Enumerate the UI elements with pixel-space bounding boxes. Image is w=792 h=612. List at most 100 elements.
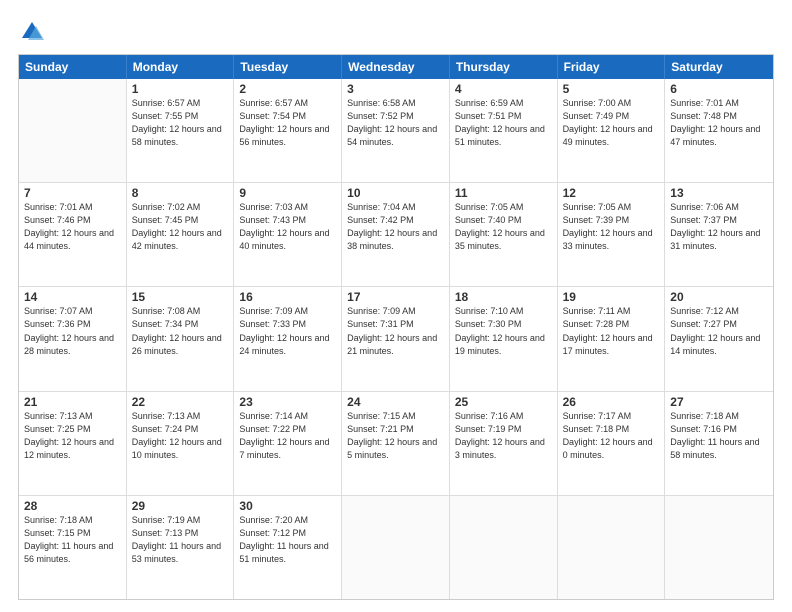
cell-info: Sunrise: 7:13 AMSunset: 7:24 PMDaylight:… (132, 410, 229, 462)
header (18, 18, 774, 46)
day-number: 30 (239, 499, 336, 513)
calendar-body: 1Sunrise: 6:57 AMSunset: 7:55 PMDaylight… (19, 79, 773, 599)
day-number: 24 (347, 395, 444, 409)
day-number: 18 (455, 290, 552, 304)
calendar-cell: 5Sunrise: 7:00 AMSunset: 7:49 PMDaylight… (558, 79, 666, 182)
calendar-cell: 21Sunrise: 7:13 AMSunset: 7:25 PMDayligh… (19, 392, 127, 495)
day-number: 5 (563, 82, 660, 96)
calendar-cell: 20Sunrise: 7:12 AMSunset: 7:27 PMDayligh… (665, 287, 773, 390)
header-cell-sunday: Sunday (19, 55, 127, 79)
day-number: 9 (239, 186, 336, 200)
cell-info: Sunrise: 7:13 AMSunset: 7:25 PMDaylight:… (24, 410, 121, 462)
header-cell-monday: Monday (127, 55, 235, 79)
day-number: 25 (455, 395, 552, 409)
cell-info: Sunrise: 6:59 AMSunset: 7:51 PMDaylight:… (455, 97, 552, 149)
cell-info: Sunrise: 7:06 AMSunset: 7:37 PMDaylight:… (670, 201, 768, 253)
header-cell-wednesday: Wednesday (342, 55, 450, 79)
cell-info: Sunrise: 7:02 AMSunset: 7:45 PMDaylight:… (132, 201, 229, 253)
calendar-row-4: 21Sunrise: 7:13 AMSunset: 7:25 PMDayligh… (19, 392, 773, 496)
cell-info: Sunrise: 7:07 AMSunset: 7:36 PMDaylight:… (24, 305, 121, 357)
calendar-row-2: 7Sunrise: 7:01 AMSunset: 7:46 PMDaylight… (19, 183, 773, 287)
day-number: 23 (239, 395, 336, 409)
logo-icon (18, 18, 46, 46)
cell-info: Sunrise: 7:11 AMSunset: 7:28 PMDaylight:… (563, 305, 660, 357)
cell-info: Sunrise: 7:18 AMSunset: 7:16 PMDaylight:… (670, 410, 768, 462)
calendar-cell (450, 496, 558, 599)
day-number: 28 (24, 499, 121, 513)
day-number: 11 (455, 186, 552, 200)
cell-info: Sunrise: 7:09 AMSunset: 7:31 PMDaylight:… (347, 305, 444, 357)
calendar-cell: 3Sunrise: 6:58 AMSunset: 7:52 PMDaylight… (342, 79, 450, 182)
calendar-cell: 8Sunrise: 7:02 AMSunset: 7:45 PMDaylight… (127, 183, 235, 286)
calendar: SundayMondayTuesdayWednesdayThursdayFrid… (18, 54, 774, 600)
calendar-row-3: 14Sunrise: 7:07 AMSunset: 7:36 PMDayligh… (19, 287, 773, 391)
cell-info: Sunrise: 7:20 AMSunset: 7:12 PMDaylight:… (239, 514, 336, 566)
calendar-cell (19, 79, 127, 182)
day-number: 7 (24, 186, 121, 200)
calendar-cell: 7Sunrise: 7:01 AMSunset: 7:46 PMDaylight… (19, 183, 127, 286)
calendar-cell: 15Sunrise: 7:08 AMSunset: 7:34 PMDayligh… (127, 287, 235, 390)
calendar-row-5: 28Sunrise: 7:18 AMSunset: 7:15 PMDayligh… (19, 496, 773, 599)
header-cell-saturday: Saturday (665, 55, 773, 79)
day-number: 15 (132, 290, 229, 304)
cell-info: Sunrise: 7:08 AMSunset: 7:34 PMDaylight:… (132, 305, 229, 357)
calendar-cell: 11Sunrise: 7:05 AMSunset: 7:40 PMDayligh… (450, 183, 558, 286)
day-number: 17 (347, 290, 444, 304)
calendar-cell: 26Sunrise: 7:17 AMSunset: 7:18 PMDayligh… (558, 392, 666, 495)
header-cell-thursday: Thursday (450, 55, 558, 79)
calendar-cell: 25Sunrise: 7:16 AMSunset: 7:19 PMDayligh… (450, 392, 558, 495)
cell-info: Sunrise: 7:17 AMSunset: 7:18 PMDaylight:… (563, 410, 660, 462)
calendar-cell (665, 496, 773, 599)
calendar-cell: 29Sunrise: 7:19 AMSunset: 7:13 PMDayligh… (127, 496, 235, 599)
day-number: 21 (24, 395, 121, 409)
day-number: 26 (563, 395, 660, 409)
day-number: 22 (132, 395, 229, 409)
cell-info: Sunrise: 7:18 AMSunset: 7:15 PMDaylight:… (24, 514, 121, 566)
calendar-cell: 13Sunrise: 7:06 AMSunset: 7:37 PMDayligh… (665, 183, 773, 286)
cell-info: Sunrise: 7:05 AMSunset: 7:39 PMDaylight:… (563, 201, 660, 253)
day-number: 4 (455, 82, 552, 96)
calendar-cell: 12Sunrise: 7:05 AMSunset: 7:39 PMDayligh… (558, 183, 666, 286)
calendar-cell: 2Sunrise: 6:57 AMSunset: 7:54 PMDaylight… (234, 79, 342, 182)
day-number: 20 (670, 290, 768, 304)
cell-info: Sunrise: 7:04 AMSunset: 7:42 PMDaylight:… (347, 201, 444, 253)
calendar-cell: 30Sunrise: 7:20 AMSunset: 7:12 PMDayligh… (234, 496, 342, 599)
cell-info: Sunrise: 7:01 AMSunset: 7:46 PMDaylight:… (24, 201, 121, 253)
day-number: 29 (132, 499, 229, 513)
cell-info: Sunrise: 7:05 AMSunset: 7:40 PMDaylight:… (455, 201, 552, 253)
cell-info: Sunrise: 7:09 AMSunset: 7:33 PMDaylight:… (239, 305, 336, 357)
cell-info: Sunrise: 7:16 AMSunset: 7:19 PMDaylight:… (455, 410, 552, 462)
day-number: 19 (563, 290, 660, 304)
calendar-cell (342, 496, 450, 599)
calendar-cell (558, 496, 666, 599)
cell-info: Sunrise: 7:03 AMSunset: 7:43 PMDaylight:… (239, 201, 336, 253)
calendar-cell: 27Sunrise: 7:18 AMSunset: 7:16 PMDayligh… (665, 392, 773, 495)
calendar-cell: 14Sunrise: 7:07 AMSunset: 7:36 PMDayligh… (19, 287, 127, 390)
calendar-row-1: 1Sunrise: 6:57 AMSunset: 7:55 PMDaylight… (19, 79, 773, 183)
cell-info: Sunrise: 6:57 AMSunset: 7:55 PMDaylight:… (132, 97, 229, 149)
day-number: 12 (563, 186, 660, 200)
day-number: 10 (347, 186, 444, 200)
day-number: 1 (132, 82, 229, 96)
cell-info: Sunrise: 6:58 AMSunset: 7:52 PMDaylight:… (347, 97, 444, 149)
calendar-cell: 19Sunrise: 7:11 AMSunset: 7:28 PMDayligh… (558, 287, 666, 390)
calendar-cell: 6Sunrise: 7:01 AMSunset: 7:48 PMDaylight… (665, 79, 773, 182)
calendar-cell: 23Sunrise: 7:14 AMSunset: 7:22 PMDayligh… (234, 392, 342, 495)
logo-area (18, 18, 48, 46)
cell-info: Sunrise: 7:14 AMSunset: 7:22 PMDaylight:… (239, 410, 336, 462)
calendar-cell: 17Sunrise: 7:09 AMSunset: 7:31 PMDayligh… (342, 287, 450, 390)
cell-info: Sunrise: 6:57 AMSunset: 7:54 PMDaylight:… (239, 97, 336, 149)
day-number: 2 (239, 82, 336, 96)
day-number: 14 (24, 290, 121, 304)
calendar-cell: 4Sunrise: 6:59 AMSunset: 7:51 PMDaylight… (450, 79, 558, 182)
calendar-cell: 16Sunrise: 7:09 AMSunset: 7:33 PMDayligh… (234, 287, 342, 390)
header-cell-tuesday: Tuesday (234, 55, 342, 79)
day-number: 8 (132, 186, 229, 200)
day-number: 16 (239, 290, 336, 304)
cell-info: Sunrise: 7:00 AMSunset: 7:49 PMDaylight:… (563, 97, 660, 149)
calendar-cell: 1Sunrise: 6:57 AMSunset: 7:55 PMDaylight… (127, 79, 235, 182)
calendar-cell: 24Sunrise: 7:15 AMSunset: 7:21 PMDayligh… (342, 392, 450, 495)
cell-info: Sunrise: 7:15 AMSunset: 7:21 PMDaylight:… (347, 410, 444, 462)
calendar-cell: 22Sunrise: 7:13 AMSunset: 7:24 PMDayligh… (127, 392, 235, 495)
calendar-header: SundayMondayTuesdayWednesdayThursdayFrid… (19, 55, 773, 79)
